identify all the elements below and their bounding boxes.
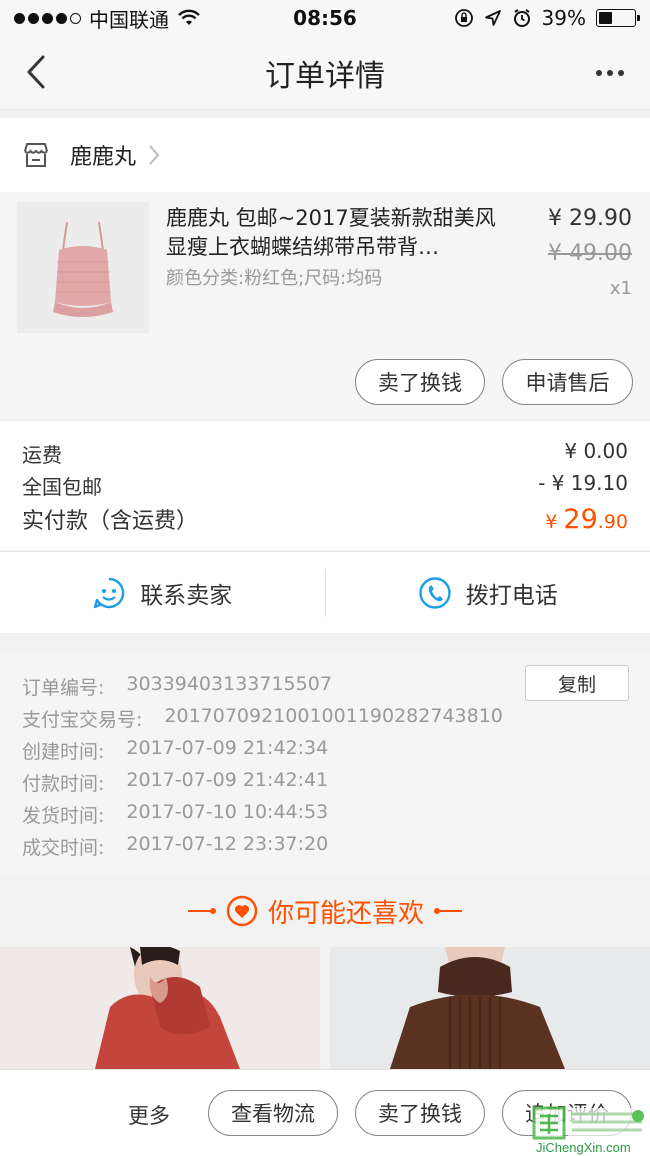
recommend-item[interactable]	[0, 947, 320, 1069]
completed-time-row: 成交时间: 2017-07-12 23:37:20	[22, 833, 328, 860]
navigation-bar: 订单详情	[0, 36, 650, 110]
battery-icon	[596, 9, 640, 27]
contact-bar: 联系卖家 拨打电话	[0, 551, 650, 633]
phone-icon	[419, 576, 451, 609]
decor-line-left	[187, 908, 216, 914]
recommend-item[interactable]	[330, 947, 650, 1069]
alipay-trade-label: 支付宝交易号:	[22, 709, 143, 731]
freight-row: 运费 ¥ 0.00	[22, 439, 628, 468]
product-quantity: x1	[609, 278, 632, 299]
order-number-value: 30339403133715507	[126, 673, 332, 695]
location-arrow-icon	[484, 10, 501, 26]
carrier-name: 中国联通	[89, 7, 169, 32]
pink-camisole-image	[17, 202, 149, 333]
product-image[interactable]	[17, 202, 149, 333]
shipped-time-row: 发货时间: 2017-07-10 10:44:53	[22, 801, 328, 828]
shop-row[interactable]: 鹿鹿丸	[0, 118, 650, 192]
shipping-discount-value: - ¥ 19.10	[538, 471, 628, 495]
free-shipping-label: 全国包邮	[22, 475, 102, 499]
wifi-icon	[178, 9, 200, 25]
paid-amount: ¥ 29.90	[545, 504, 628, 535]
order-number-row: 订单编号: 30339403133715507	[22, 673, 332, 700]
recommend-title: 你可能还喜欢	[267, 898, 424, 929]
shop-name: 鹿鹿丸	[70, 145, 137, 170]
rotation-lock-icon	[454, 9, 473, 27]
contact-seller-button[interactable]: 联系卖家	[0, 552, 325, 633]
recommend-header: 你可能还喜欢	[0, 875, 650, 947]
paid-label: 实付款（含运费）	[22, 509, 199, 534]
more-options-button[interactable]	[590, 58, 630, 88]
status-bar: 中国联通 08:56 39%	[0, 0, 650, 36]
created-time-label: 创建时间:	[22, 741, 105, 763]
chevron-right-icon	[149, 145, 160, 165]
chevron-left-icon	[27, 55, 45, 89]
signal-strength-icon	[14, 12, 81, 24]
battery-percent: 39%	[541, 6, 586, 30]
freight-value: ¥ 0.00	[564, 439, 628, 463]
brown-sweater-image	[330, 947, 650, 1069]
alipay-trade-value: 2017070921001001190282743810	[164, 705, 503, 727]
chat-smile-icon	[94, 577, 125, 608]
original-price: ¥ 49.00	[548, 241, 632, 266]
completed-time-value: 2017-07-12 23:37:20	[126, 833, 329, 855]
alarm-icon	[513, 9, 530, 27]
price-summary: 运费 ¥ 0.00 全国包邮 - ¥ 19.10 实付款（含运费） ¥ 29.9…	[0, 420, 650, 550]
created-time-row: 创建时间: 2017-07-09 21:42:34	[22, 737, 328, 764]
heart-icon	[226, 895, 258, 927]
watermark-text: JiChengXin.com	[536, 1140, 631, 1155]
paid-currency: ¥	[545, 511, 564, 533]
shipped-time-value: 2017-07-10 10:44:53	[126, 801, 329, 823]
battery-level	[599, 12, 613, 24]
alipay-trade-row: 支付宝交易号: 2017070921001001190282743810	[22, 705, 503, 732]
paid-integer: 29	[563, 504, 598, 535]
view-logistics-button[interactable]: 查看物流	[208, 1090, 338, 1136]
red-sweater-image	[0, 947, 320, 1069]
freight-label: 运费	[22, 443, 62, 467]
paid-decimal: .90	[597, 511, 628, 533]
order-info-section: 订单编号: 30339403133715507 复制 支付宝交易号: 20170…	[0, 651, 650, 875]
product-title[interactable]: 鹿鹿丸 包邮~2017夏装新款甜美风显瘦上衣蝴蝶结绑带吊带背…	[166, 204, 496, 262]
shop-icon	[24, 143, 48, 167]
free-shipping-row: 全国包邮 - ¥ 19.10	[22, 471, 628, 500]
more-dots-icon	[596, 70, 602, 76]
paid-time-label: 付款时间:	[22, 773, 105, 795]
watermark-logo: JiChengXin.com	[532, 1104, 650, 1156]
created-time-value: 2017-07-09 21:42:34	[126, 737, 329, 759]
page-title: 订单详情	[265, 58, 385, 94]
product-spec: 颜色分类:粉红色;尺码:均码	[166, 268, 383, 289]
after-sale-button[interactable]: 申请售后	[502, 359, 633, 405]
contact-seller-label: 联系卖家	[140, 582, 233, 609]
shipped-time-label: 发货时间:	[22, 805, 105, 827]
call-phone-label: 拨打电话	[465, 582, 558, 609]
call-phone-button[interactable]: 拨打电话	[326, 552, 650, 633]
recommend-grid	[0, 947, 650, 1069]
completed-time-label: 成交时间:	[22, 837, 105, 859]
more-button[interactable]: 更多	[128, 1100, 170, 1130]
sell-for-cash-button[interactable]: 卖了换钱	[355, 359, 485, 405]
product-price: ¥ 29.90	[548, 206, 632, 231]
sell-for-cash-button-bottom[interactable]: 卖了换钱	[355, 1090, 485, 1136]
copy-button[interactable]: 复制	[525, 665, 629, 701]
paid-amount-row: 实付款（含运费） ¥ 29.90	[22, 503, 628, 535]
paid-time-value: 2017-07-09 21:42:41	[126, 769, 329, 791]
paid-time-row: 付款时间: 2017-07-09 21:42:41	[22, 769, 328, 796]
product-item[interactable]: 鹿鹿丸 包邮~2017夏装新款甜美风显瘦上衣蝴蝶结绑带吊带背… 颜色分类:粉红色…	[0, 192, 650, 420]
back-button[interactable]	[18, 52, 54, 92]
order-number-label: 订单编号:	[22, 677, 105, 699]
decor-line-right	[434, 908, 462, 914]
